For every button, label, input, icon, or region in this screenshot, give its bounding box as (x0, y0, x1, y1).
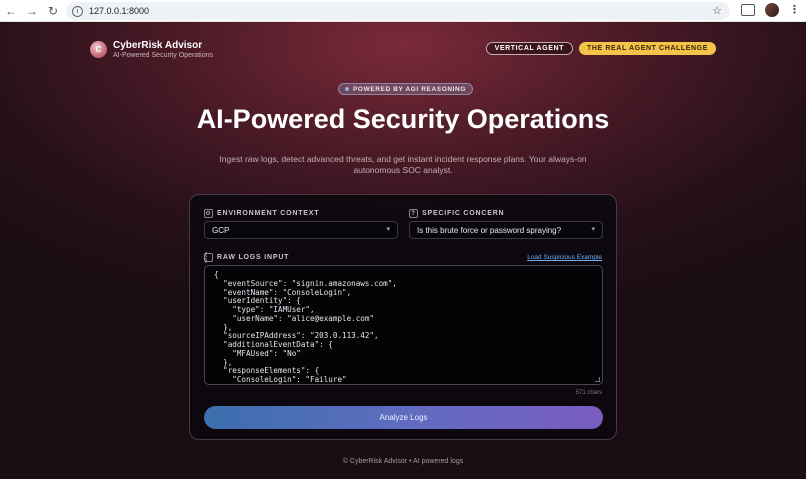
extensions-icon[interactable] (741, 4, 755, 16)
load-example-link[interactable]: Load Suspicious Example (527, 254, 602, 261)
specific-concern-label-text: SPECIFIC CONCERN (422, 210, 505, 217)
badge-text: POWERED BY AGI REASONING (353, 85, 466, 93)
environment-select[interactable]: GCP ▾ (204, 221, 398, 239)
environment-selected-value: GCP (212, 225, 230, 235)
raw-logs-label: { } RAW LOGS INPUT (204, 252, 290, 264)
page: C CyberRisk Advisor AI-Powered Security … (0, 22, 806, 479)
analysis-form-card: ⚙ ENVIRONMENT CONTEXT GCP ▾ ? SPECIFIC C… (189, 194, 617, 440)
gear-icon: ⚙ (204, 209, 213, 218)
page-title: AI-Powered Security Operations (196, 104, 610, 134)
concern-selected-value: Is this brute force or password spraying… (417, 225, 562, 235)
url-text: 127.0.0.1:8000 (89, 6, 150, 16)
environment-context-label: ⚙ ENVIRONMENT CONTEXT (204, 209, 319, 218)
brand-logo-icon: C (90, 41, 107, 58)
browser-menu-icon[interactable]: ⋮ (789, 4, 800, 16)
environment-context-label-text: ENVIRONMENT CONTEXT (217, 210, 320, 217)
reload-icon[interactable]: ↻ (43, 1, 63, 21)
specific-concern-label: ? SPECIFIC CONCERN (409, 209, 504, 218)
analyze-logs-button[interactable]: Analyze Logs (204, 406, 603, 429)
browser-toolbar: ← → ↻ i 127.0.0.1:8000 ☆ ⋮ (0, 0, 806, 22)
vertical-agent-button[interactable]: VERTICAL AGENT (485, 42, 574, 55)
profile-avatar[interactable] (765, 3, 779, 17)
site-info-icon[interactable]: i (72, 5, 83, 17)
address-bar[interactable]: i 127.0.0.1:8000 ☆ (66, 2, 730, 20)
brand-title: CyberRisk Advisor (113, 40, 203, 51)
chevron-down-icon: ▾ (591, 226, 595, 233)
forward-arrow-icon[interactable]: → (22, 1, 42, 21)
brand[interactable]: C CyberRisk Advisor AI-Powered Security … (90, 40, 213, 59)
concern-select[interactable]: Is this brute force or password spraying… (409, 221, 603, 239)
char-count: 571 chars (575, 390, 602, 396)
header-nav: VERTICAL AGENT THE REAL AGENT CHALLENGE (485, 42, 716, 55)
code-braces-icon: { } (204, 252, 213, 264)
raw-logs-textarea[interactable]: { "eventSource": "signin.amazonaws.com",… (204, 265, 603, 385)
agi-badge: POWERED BY AGI REASONING (338, 83, 473, 95)
brand-subtitle: AI-Powered Security Operations (113, 52, 213, 59)
footer-text: © CyberRisk Advisor • AI powered logs (342, 458, 464, 465)
resize-handle-icon[interactable] (595, 377, 600, 382)
badge-dot-icon (345, 87, 349, 91)
raw-logs-content: { "eventSource": "signin.amazonaws.com",… (214, 270, 397, 384)
agent-challenge-button[interactable]: THE REAL AGENT CHALLENGE (579, 42, 716, 55)
question-icon: ? (409, 209, 418, 218)
bookmark-star-icon[interactable]: ☆ (712, 4, 722, 17)
back-arrow-icon[interactable]: ← (1, 1, 21, 21)
chevron-down-icon: ▾ (386, 226, 390, 233)
page-subtitle: Ingest raw logs, detect advanced threats… (219, 154, 587, 175)
raw-logs-label-text: RAW LOGS INPUT (217, 254, 290, 261)
